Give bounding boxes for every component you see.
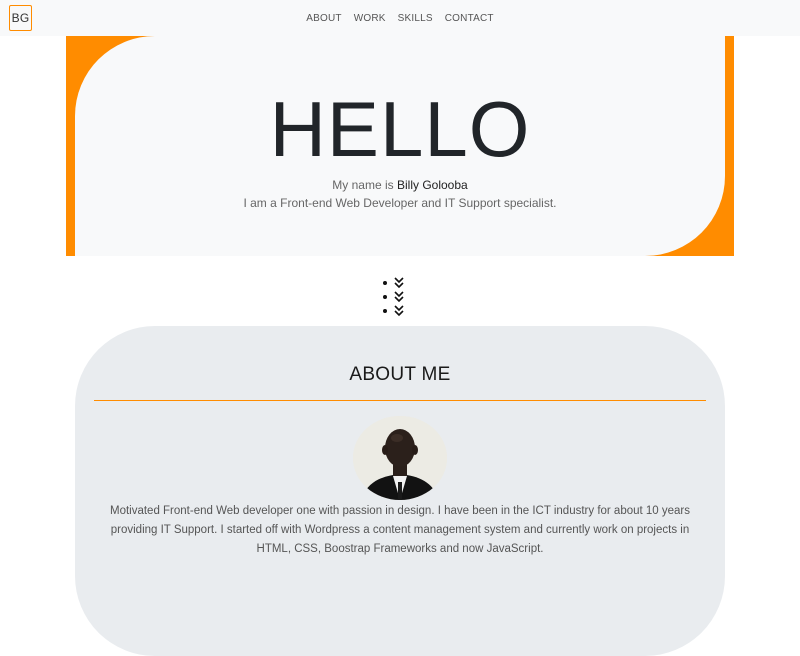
scroll-down-indicator[interactable] bbox=[383, 276, 413, 320]
bullet-dot bbox=[383, 281, 387, 285]
hero-name-prefix: My name is bbox=[332, 178, 394, 192]
nav-link-contact[interactable]: CONTACT bbox=[439, 13, 500, 24]
scroll-row bbox=[383, 304, 413, 318]
hero-section: HELLO My name is Billy Golooba I am a Fr… bbox=[75, 36, 725, 256]
chevron-double-down-icon bbox=[394, 291, 404, 303]
hero-name: Billy Golooba bbox=[396, 178, 468, 192]
scroll-row bbox=[383, 276, 413, 290]
nav-links: ABOUT WORK SKILLS CONTACT bbox=[300, 13, 500, 24]
about-divider bbox=[94, 400, 706, 401]
hero-role: I am a Front-end Web Developer and IT Su… bbox=[243, 196, 557, 210]
about-title: ABOUT ME bbox=[349, 364, 451, 385]
hero-frame: HELLO My name is Billy Golooba I am a Fr… bbox=[66, 36, 734, 256]
profile-avatar bbox=[353, 416, 447, 500]
profile-photo-icon bbox=[353, 416, 447, 500]
hero-title: HELLO bbox=[269, 85, 531, 173]
nav-link-work[interactable]: WORK bbox=[348, 13, 392, 24]
bullet-dot bbox=[383, 295, 387, 299]
scroll-row bbox=[383, 290, 413, 304]
about-section: ABOUT ME Motivated Front-end Web develop… bbox=[75, 326, 725, 656]
hero-intro: My name is Billy Golooba bbox=[75, 177, 725, 193]
bullet-dot bbox=[383, 309, 387, 313]
chevron-double-down-icon bbox=[394, 305, 404, 317]
nav-link-about[interactable]: ABOUT bbox=[300, 13, 347, 24]
nav-link-skills[interactable]: SKILLS bbox=[392, 13, 439, 24]
about-description: Motivated Front-end Web developer one wi… bbox=[109, 505, 691, 555]
logo[interactable]: BG bbox=[9, 5, 32, 31]
chevron-double-down-icon bbox=[394, 277, 404, 289]
top-navbar: BG ABOUT WORK SKILLS CONTACT bbox=[0, 0, 800, 36]
